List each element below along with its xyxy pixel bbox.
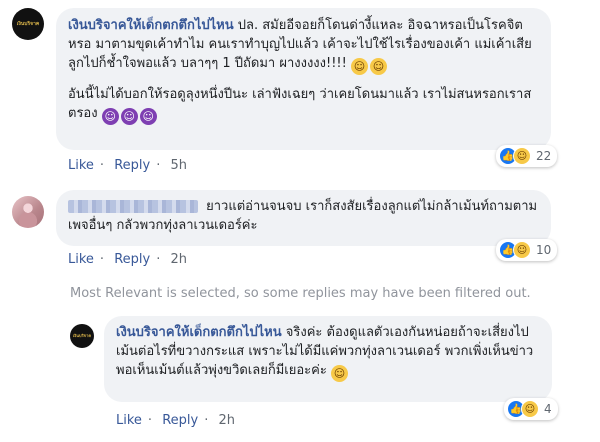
reaction-summary[interactable]: 👍 ☺ 4 <box>504 398 558 420</box>
page-avatar[interactable]: เงินบริจาค <box>70 324 94 348</box>
haha-reaction-icon: ☺ <box>521 400 539 418</box>
avatar-label: เงินบริจาค <box>72 333 91 338</box>
grinning-sweat-emoji: ☺ <box>330 365 348 382</box>
comment-body: ยาวแต่อ่านจนจบ เราก็สงสัยเรื่องลูกแต่ไม่… <box>68 197 539 235</box>
smiling-devil-emoji: ☺ <box>120 108 138 125</box>
haha-reaction-icon: ☺ <box>513 147 531 165</box>
haha-reaction-icon: ☺ <box>513 241 531 259</box>
avatar-label: เงินบริจาค <box>16 21 40 27</box>
comment-actions: Like · Reply · 2h <box>68 252 188 267</box>
user-avatar[interactable] <box>12 196 44 228</box>
filtered-notice: Most Relevant is selected, so some repli… <box>70 286 531 301</box>
reaction-count: 4 <box>544 402 552 416</box>
reaction-count: 10 <box>536 243 552 257</box>
tears-of-joy-emoji: ☺ <box>350 58 368 75</box>
reply-button[interactable]: Reply <box>114 158 150 173</box>
reply-body: เงินบริจาคให้เด็กตกตึกไปไหน จริงค่ะ ต้อง… <box>116 323 540 382</box>
reply-timestamp[interactable]: 2h <box>219 413 236 428</box>
reply-author[interactable]: เงินบริจาคให้เด็กตกตึกไปไหน <box>116 325 282 340</box>
reaction-summary[interactable]: 👍 ☺ 10 <box>496 239 558 261</box>
comment-actions: Like · Reply · 5h <box>68 158 188 173</box>
reply-button[interactable]: Reply <box>114 252 150 267</box>
smiling-devil-emoji: ☺ <box>139 108 157 125</box>
reaction-count: 22 <box>536 149 552 163</box>
like-button[interactable]: Like <box>68 252 94 267</box>
redacted-author[interactable] <box>68 200 198 213</box>
like-button[interactable]: Like <box>116 413 142 428</box>
comment-bubble: ยาวแต่อ่านจนจบ เราก็สงสัยเรื่องลูกแต่ไม่… <box>56 190 551 246</box>
reply-actions: Like · Reply · 2h <box>116 413 236 428</box>
smiling-devil-emoji: ☺ <box>101 108 119 125</box>
comment-author[interactable]: เงินบริจาคให้เด็กตกตึกไปไหน <box>68 18 234 33</box>
comment-timestamp[interactable]: 2h <box>171 252 188 267</box>
reaction-summary[interactable]: 👍 ☺ 22 <box>496 145 558 167</box>
comment-bubble: เงินบริจาคให้เด็กตกตึกไปไหน ปล. สมัยอีจอ… <box>56 8 551 150</box>
comment-body: เงินบริจาคให้เด็กตกตึกไปไหน ปล. สมัยอีจอ… <box>68 16 539 75</box>
reply-button[interactable]: Reply <box>162 413 198 428</box>
page-avatar[interactable]: เงินบริจาค <box>12 8 44 40</box>
like-button[interactable]: Like <box>68 158 94 173</box>
comment-body-2: อันนี้ไม่ได้บอกให้รอดูลุงหนึ่งปีนะ เล่าฟ… <box>68 85 539 125</box>
tears-of-joy-emoji: ☺ <box>369 58 387 75</box>
reply-bubble: เงินบริจาคให้เด็กตกตึกไปไหน จริงค่ะ ต้อง… <box>104 316 552 402</box>
comment-timestamp[interactable]: 5h <box>171 158 188 173</box>
